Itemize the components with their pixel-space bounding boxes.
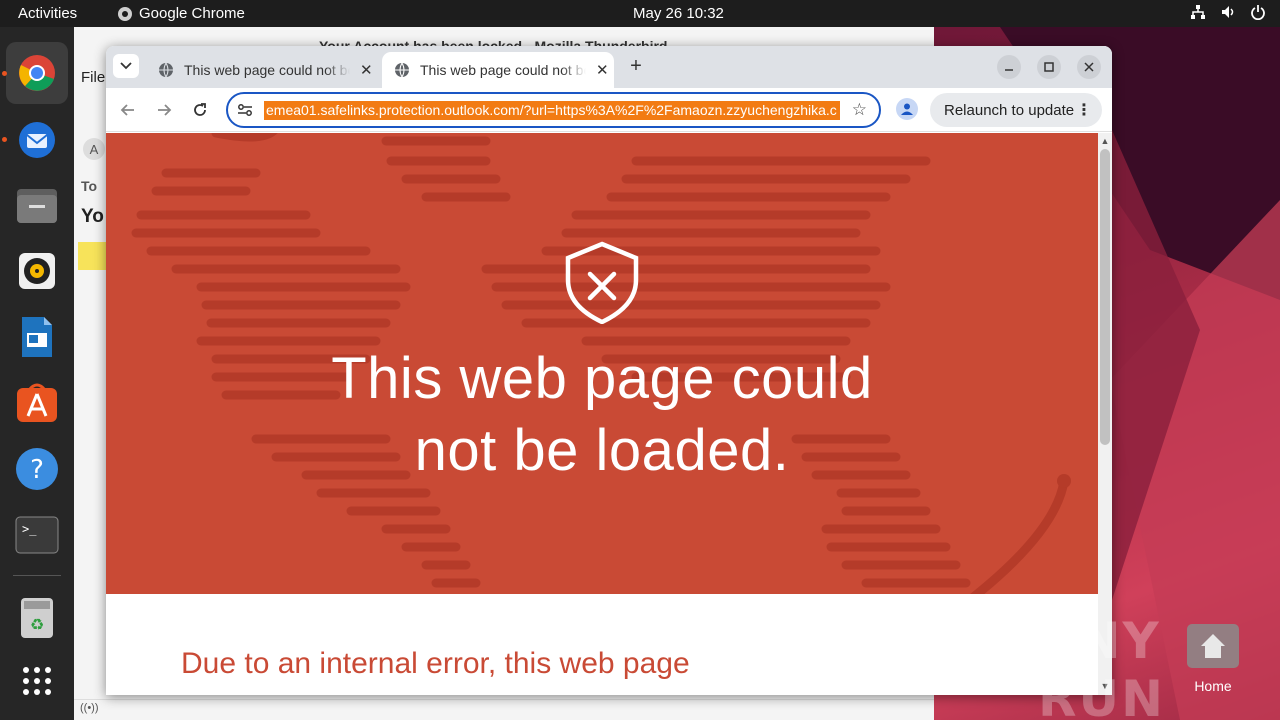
error-title-line-2: not be loaded. (414, 418, 790, 483)
app-name-label: Google Chrome (139, 5, 245, 22)
chrome-icon (19, 55, 55, 91)
activities-button[interactable]: Activities (18, 5, 77, 22)
app-center-icon (17, 383, 57, 422)
chrome-small-icon (118, 6, 132, 21)
clock[interactable]: May 26 10:32 (633, 5, 724, 22)
address-bar[interactable]: emea01.safelinks.protection.outlook.com/… (226, 92, 881, 128)
scroll-up-icon[interactable]: ▲ (1100, 136, 1110, 146)
page-viewport: This web page could not be loaded. Due t… (106, 133, 1098, 695)
close-icon (1084, 62, 1094, 72)
app-menu[interactable]: Google Chrome (117, 5, 245, 22)
running-indicator (2, 71, 7, 76)
arrow-left-icon (120, 104, 134, 116)
globe-icon (395, 62, 409, 78)
tab-1-title: This web page could not be loaded. (184, 62, 350, 78)
thunderbird-icon (19, 122, 55, 158)
tab-1-close-icon[interactable]: ✕ (360, 61, 373, 79)
notification-bar (78, 242, 108, 270)
tab-search-button[interactable] (113, 54, 139, 78)
person-icon (901, 103, 913, 115)
scroll-thumb[interactable] (1100, 149, 1110, 445)
error-title-line-1: This web page could (331, 346, 873, 411)
activity-icon: ((•)) (80, 702, 99, 714)
volume-icon (1222, 6, 1234, 18)
dock-trash[interactable]: ♻ (6, 587, 68, 649)
help-icon: ? (16, 448, 58, 490)
chevron-down-icon (120, 62, 132, 70)
dock-rhythmbox[interactable] (6, 240, 68, 302)
profile-button[interactable] (896, 98, 918, 120)
site-info-icon[interactable] (236, 101, 254, 119)
error-hero-banner: This web page could not be loaded. (106, 133, 1098, 594)
svg-text:?: ? (30, 455, 44, 485)
to-label: To (81, 178, 98, 194)
top-bar: Activities Google Chrome May 26 10:32 (0, 0, 1280, 27)
dock-help[interactable]: ? (6, 438, 68, 500)
close-button[interactable] (1077, 55, 1101, 79)
home-icon (1187, 624, 1239, 668)
dock-writer[interactable] (6, 306, 68, 368)
anyrun-watermark: ANY RUN (1038, 612, 1280, 720)
new-tab-button[interactable]: + (624, 55, 648, 78)
power-icon (1251, 5, 1265, 20)
trash-icon: ♻ (21, 598, 53, 638)
dock-files[interactable] (6, 174, 68, 236)
thunderbird-menu-file[interactable]: File (81, 69, 105, 86)
system-tray[interactable] (1190, 4, 1266, 20)
maximize-icon (1044, 62, 1054, 72)
tab-2[interactable]: This web page could not be loaded. ✕ (382, 52, 614, 88)
show-apps-icon (23, 667, 51, 695)
svg-text:>_: >_ (22, 522, 37, 536)
relaunch-button[interactable]: Relaunch to update ⋮ (930, 93, 1102, 127)
error-title: This web page could not be loaded. (106, 343, 1098, 487)
back-button[interactable] (118, 100, 138, 120)
dock-terminal[interactable]: >_ (6, 504, 68, 566)
dock-separator (13, 575, 61, 576)
minimize-icon (1005, 69, 1013, 71)
home-label[interactable]: Home (1180, 678, 1246, 694)
tab-1[interactable]: This web page could not be loaded. ✕ (146, 52, 376, 88)
globe-icon (159, 62, 173, 78)
watermark-text: ANY RUN (1038, 612, 1165, 720)
browser-toolbar: emea01.safelinks.protection.outlook.com/… (106, 88, 1112, 132)
rhythmbox-icon (19, 253, 55, 289)
avatar: A (83, 138, 105, 160)
dock-chrome[interactable] (6, 42, 68, 104)
files-icon (17, 189, 57, 223)
svg-text:♻: ♻ (30, 615, 44, 634)
dock: ? >_ ♻ (0, 27, 74, 720)
running-indicator (2, 137, 7, 142)
terminal-icon: >_ (15, 516, 59, 554)
relaunch-label: Relaunch to update (944, 101, 1075, 119)
shield-error-icon (565, 241, 639, 324)
forward-button[interactable] (154, 100, 174, 120)
bookmark-star-icon[interactable]: ☆ (852, 100, 867, 120)
reload-icon (194, 103, 206, 116)
page-scrollbar[interactable]: ▲ ▼ (1098, 133, 1112, 695)
network-icon (1191, 5, 1205, 19)
tab-2-close-icon[interactable]: ✕ (596, 61, 609, 79)
writer-icon (22, 317, 52, 357)
dock-app-center[interactable] (6, 372, 68, 434)
arrow-right-icon (158, 104, 172, 116)
more-menu-icon[interactable]: ⋮ (1076, 100, 1092, 120)
dock-show-apps[interactable] (6, 650, 68, 712)
dock-thunderbird[interactable] (6, 108, 68, 170)
tab-strip: This web page could not be loaded. ✕ Thi… (106, 46, 1112, 88)
subject-text: Yo (81, 206, 104, 227)
reload-button[interactable] (190, 100, 210, 120)
minimize-button[interactable] (997, 55, 1021, 79)
url-text[interactable]: emea01.safelinks.protection.outlook.com/… (264, 101, 840, 120)
error-message: Due to an internal error, this web page (181, 647, 690, 680)
maximize-button[interactable] (1037, 55, 1061, 79)
tab-2-title: This web page could not be loaded. (420, 62, 586, 78)
thunderbird-status-bar: ((•)) (74, 699, 934, 720)
chrome-window: This web page could not be loaded. ✕ Thi… (106, 46, 1112, 695)
home-folder-icon[interactable] (1185, 620, 1241, 670)
